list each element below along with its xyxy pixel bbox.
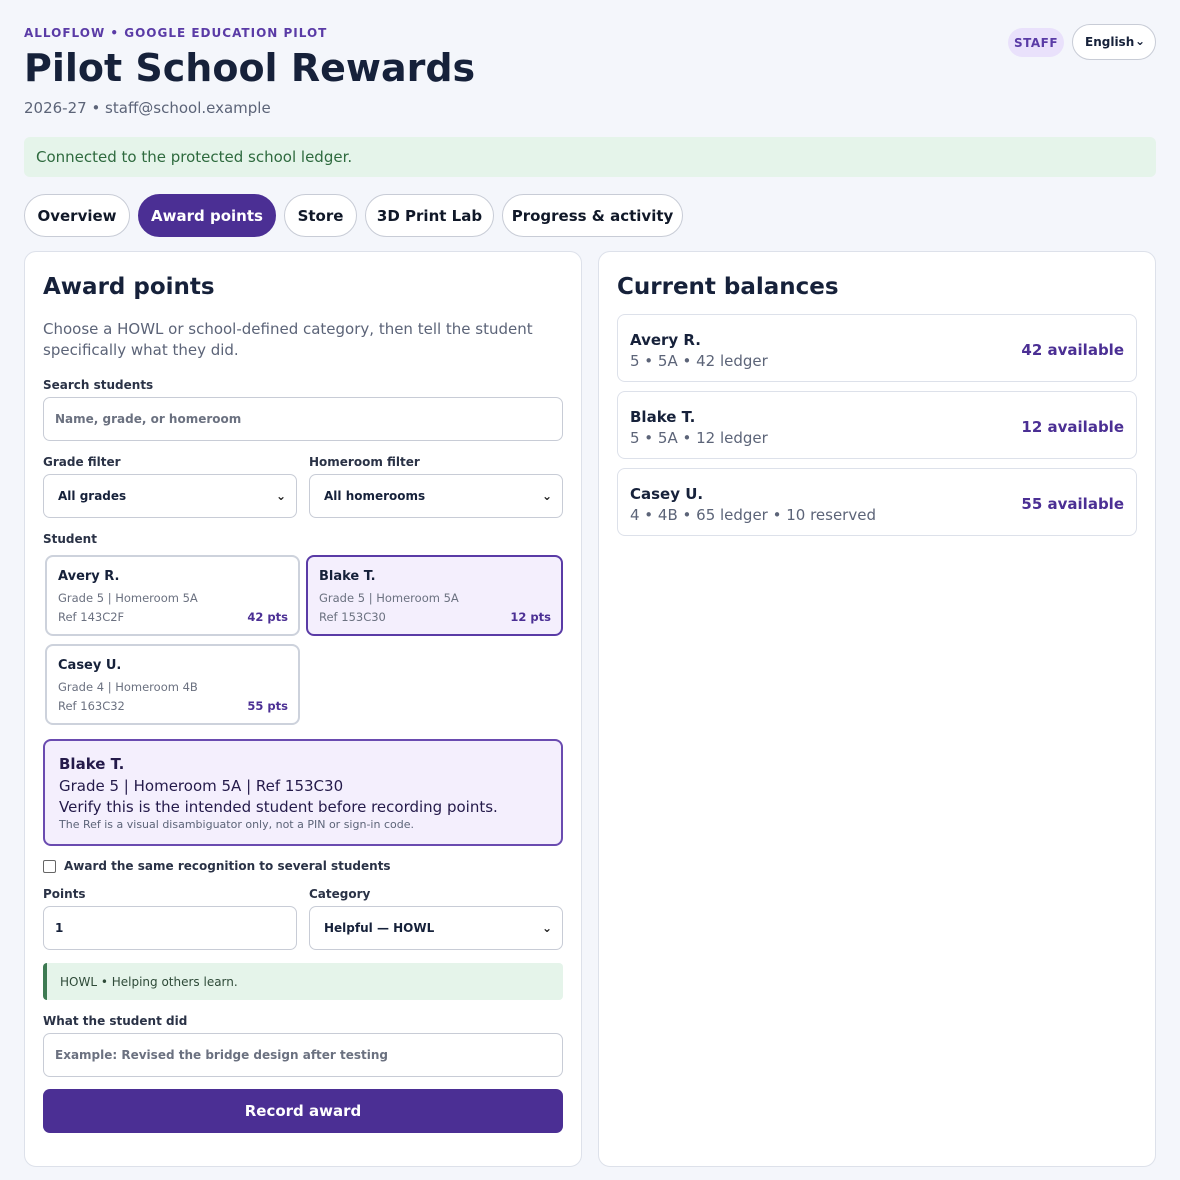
multi-student-checkbox[interactable]: [43, 860, 56, 873]
chevron-down-icon: ⌄: [275, 489, 286, 503]
category-hint: HOWL • Helping others learn.: [43, 963, 563, 1000]
student-name: Avery R.: [58, 569, 120, 584]
grade-filter-label: Grade filter: [43, 455, 121, 469]
award-description: Choose a HOWL or school-defined category…: [43, 320, 533, 359]
student-ref: Ref 143C2F: [58, 610, 125, 624]
balances-panel: Current balances Avery R. 5 • 5A • 42 le…: [598, 251, 1156, 1167]
balance-available: 12 available: [1021, 418, 1124, 436]
student-card-casey[interactable]: Casey U. Grade 4 | Homeroom 4B Ref 163C3…: [45, 644, 300, 725]
selected-student-name: Blake T.: [59, 755, 125, 773]
chevron-down-icon: ⌄: [541, 489, 552, 503]
award-panel: Award points Choose a HOWL or school-def…: [24, 251, 582, 1167]
multi-student-label: Award the same recognition to several st…: [64, 859, 391, 873]
student-name: Casey U.: [58, 658, 122, 673]
grade-filter-select[interactable]: All grades ⌄: [43, 474, 297, 518]
points-input[interactable]: 1: [43, 906, 297, 950]
tab-overview[interactable]: Overview: [24, 194, 130, 237]
balance-row: Blake T. 5 • 5A • 12 ledger 12 available: [617, 391, 1137, 459]
selected-student-verify: Verify this is the intended student befo…: [59, 798, 498, 816]
record-award-button[interactable]: Record award: [43, 1089, 563, 1133]
student-did-input[interactable]: Example: Revised the bridge design after…: [43, 1033, 563, 1077]
selected-student-note: The Ref is a visual disambiguator only, …: [59, 818, 414, 831]
balance-available: 55 available: [1021, 495, 1124, 513]
balance-available: 42 available: [1021, 341, 1124, 359]
selected-student-box: Blake T. Grade 5 | Homeroom 5A | Ref 153…: [43, 739, 563, 846]
language-value: English: [1085, 35, 1135, 49]
tab-3d-print-lab[interactable]: 3D Print Lab: [365, 194, 494, 237]
student-ref: Ref 163C32: [58, 699, 125, 713]
balance-row: Casey U. 4 • 4B • 65 ledger • 10 reserve…: [617, 468, 1137, 536]
balance-meta: 5 • 5A • 12 ledger: [630, 429, 768, 447]
category-select[interactable]: Helpful — HOWL ⌄: [309, 906, 563, 950]
role-badge: STAFF: [1008, 28, 1064, 57]
tab-store[interactable]: Store: [284, 194, 357, 237]
balance-meta: 4 • 4B • 65 ledger • 10 reserved: [630, 506, 876, 524]
balance-meta: 5 • 5A • 42 ledger: [630, 352, 768, 370]
balance-name: Avery R.: [630, 331, 701, 349]
balance-row: Avery R. 5 • 5A • 42 ledger 42 available: [617, 314, 1137, 382]
student-points: 55 pts: [247, 699, 288, 713]
student-meta: Grade 4 | Homeroom 4B: [58, 680, 198, 694]
balance-name: Casey U.: [630, 485, 704, 503]
student-label: Student: [43, 532, 97, 546]
student-meta: Grade 5 | Homeroom 5A: [319, 591, 459, 605]
search-input[interactable]: Name, grade, or homeroom: [43, 397, 563, 441]
search-label: Search students: [43, 378, 154, 392]
student-ref: Ref 153C30: [319, 610, 386, 624]
page-subtitle: 2026-27 • staff@school.example: [24, 99, 271, 117]
student-card-blake[interactable]: Blake T. Grade 5 | Homeroom 5A Ref 153C3…: [306, 555, 563, 636]
points-label: Points: [43, 887, 86, 901]
chevron-down-icon: ⌄: [541, 921, 552, 935]
student-name: Blake T.: [319, 569, 376, 584]
balance-name: Blake T.: [630, 408, 696, 426]
page-title: Pilot School Rewards: [24, 46, 476, 90]
tab-bar: Overview Award points Store 3D Print Lab…: [24, 194, 683, 237]
tab-progress-activity[interactable]: Progress & activity: [502, 194, 683, 237]
status-banner: Connected to the protected school ledger…: [24, 137, 1156, 177]
selected-student-details: Grade 5 | Homeroom 5A | Ref 153C30: [59, 777, 344, 795]
student-meta: Grade 5 | Homeroom 5A: [58, 591, 198, 605]
homeroom-filter-label: Homeroom filter: [309, 455, 420, 469]
student-points: 12 pts: [510, 610, 551, 624]
student-card-avery[interactable]: Avery R. Grade 5 | Homeroom 5A Ref 143C2…: [45, 555, 300, 636]
student-did-label: What the student did: [43, 1014, 188, 1028]
language-select[interactable]: English ⌄: [1072, 24, 1156, 60]
student-points: 42 pts: [247, 610, 288, 624]
tab-award-points[interactable]: Award points: [138, 194, 276, 237]
award-heading: Award points: [43, 274, 215, 300]
chevron-down-icon: ⌄: [1134, 34, 1145, 48]
app-eyebrow: ALLOFLOW • GOOGLE EDUCATION PILOT: [24, 26, 328, 40]
category-label: Category: [309, 887, 371, 901]
homeroom-filter-select[interactable]: All homerooms ⌄: [309, 474, 563, 518]
balances-heading: Current balances: [617, 274, 839, 300]
